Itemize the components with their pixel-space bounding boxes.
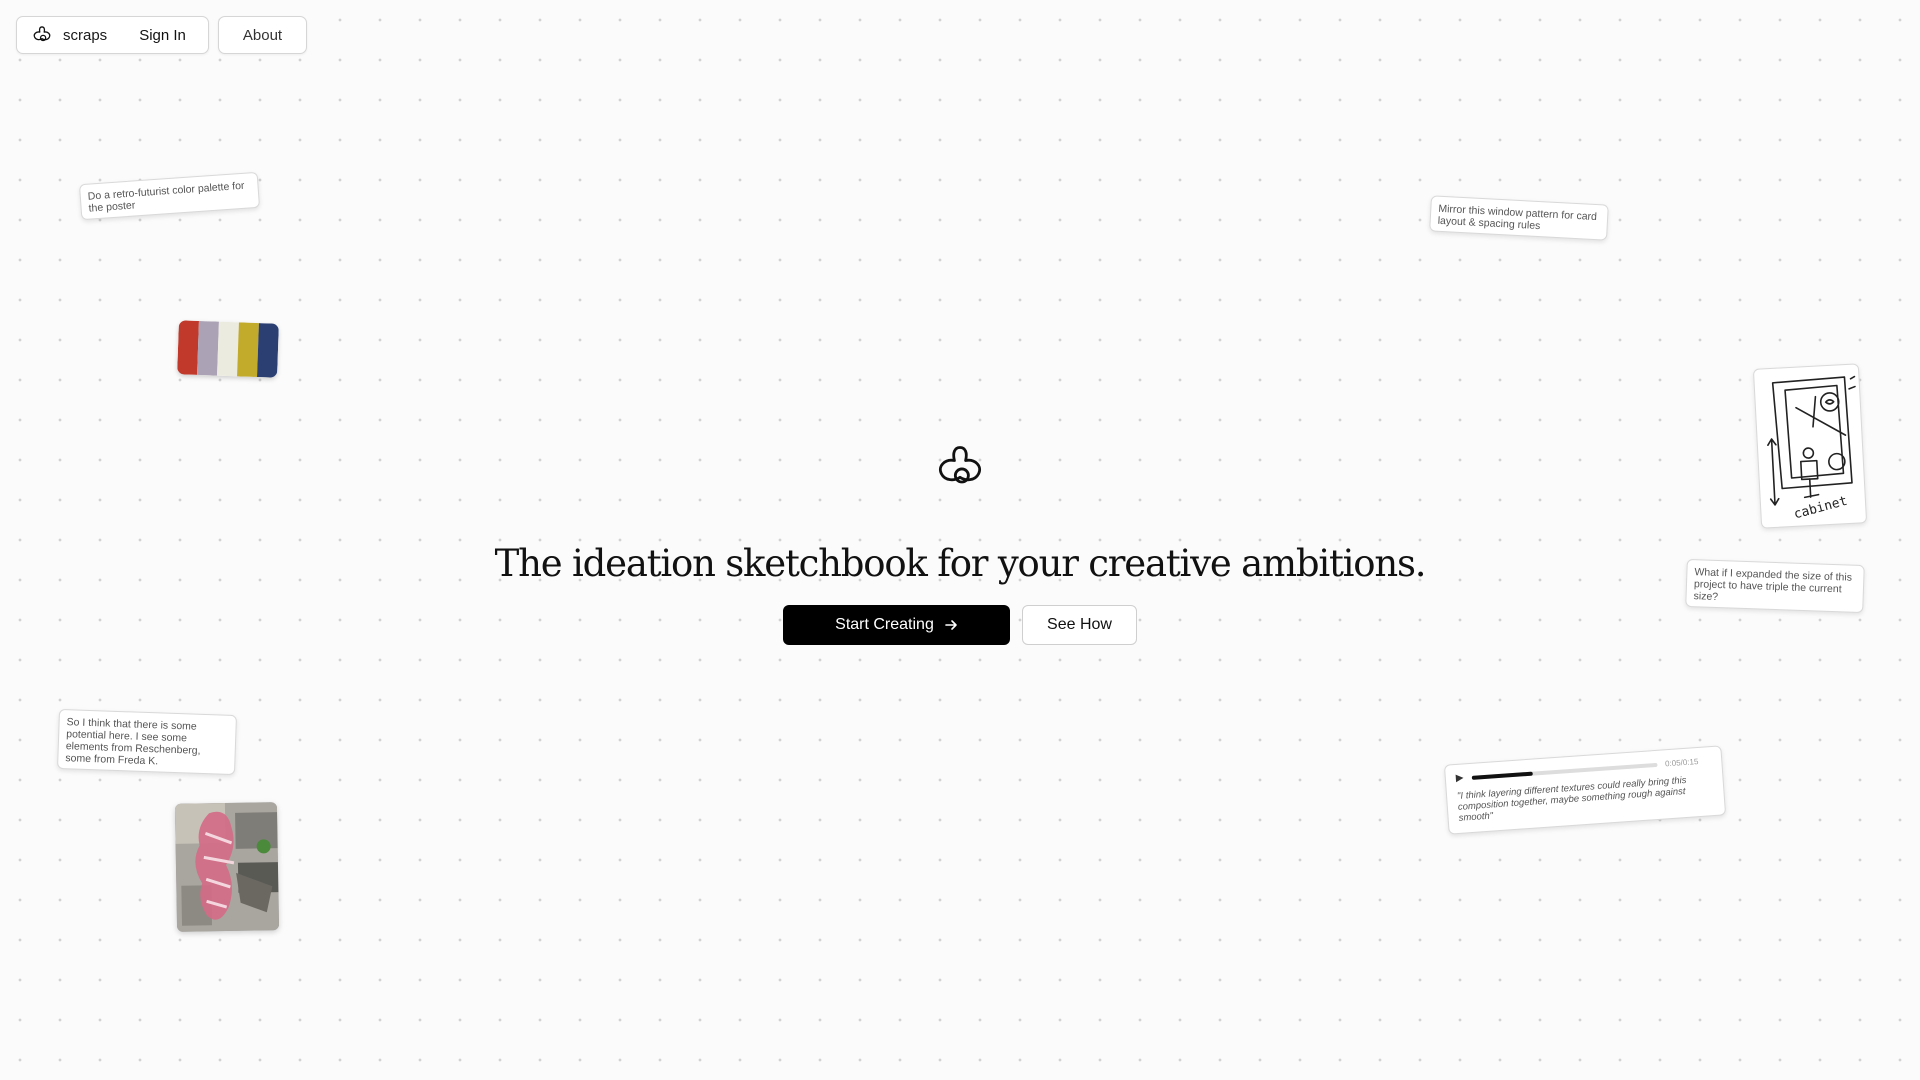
start-creating-button[interactable]: Start Creating	[783, 605, 1010, 645]
note-card-retro-palette[interactable]: Do a retro-futurist color palette for th…	[78, 171, 261, 221]
swatch-lilac	[197, 320, 219, 376]
hero-section: The ideation sketchbook for your creativ…	[0, 440, 1920, 645]
audio-progress-bar[interactable]	[1471, 762, 1658, 780]
collage-image	[174, 802, 280, 932]
brand-name[interactable]: scraps	[63, 27, 107, 44]
color-palette-swatch[interactable]	[177, 320, 279, 378]
audio-time: 0:05/0:15	[1664, 757, 1699, 769]
note-text: Do a retro-futurist color palette for th…	[87, 179, 245, 215]
start-creating-label: Start Creating	[835, 616, 934, 633]
collage-image-card[interactable]	[174, 802, 280, 932]
hero-headline: The ideation sketchbook for your creativ…	[494, 542, 1427, 585]
arrow-right-icon	[945, 620, 957, 630]
swatch-navy	[257, 323, 279, 378]
see-how-button[interactable]: See How	[1022, 605, 1137, 645]
swatch-mustard	[237, 322, 259, 378]
audio-note-card[interactable]: ▶ 0:05/0:15 "I think layering different …	[1443, 745, 1727, 835]
note-text: So I think that there is some potential …	[65, 716, 201, 768]
about-button[interactable]: About	[217, 16, 308, 54]
hero-cta-group: Start Creating See How	[0, 605, 1920, 645]
note-card-potential[interactable]: So I think that there is some potential …	[57, 708, 237, 776]
note-card-window-pattern[interactable]: Mirror this window pattern for card layo…	[1429, 195, 1609, 241]
note-text: Mirror this window pattern for card layo…	[1437, 202, 1598, 233]
top-nav: scraps Sign In About	[16, 16, 308, 54]
swatch-cream	[217, 321, 239, 377]
scraps-logo-icon	[939, 446, 981, 484]
scraps-logo-icon[interactable]	[31, 24, 53, 46]
swatch-red	[177, 320, 199, 375]
play-icon[interactable]: ▶	[1455, 772, 1464, 785]
brand-nav-group: scraps Sign In	[16, 16, 209, 54]
sign-in-link[interactable]: Sign In	[139, 27, 186, 44]
audio-progress-fill	[1471, 771, 1533, 780]
